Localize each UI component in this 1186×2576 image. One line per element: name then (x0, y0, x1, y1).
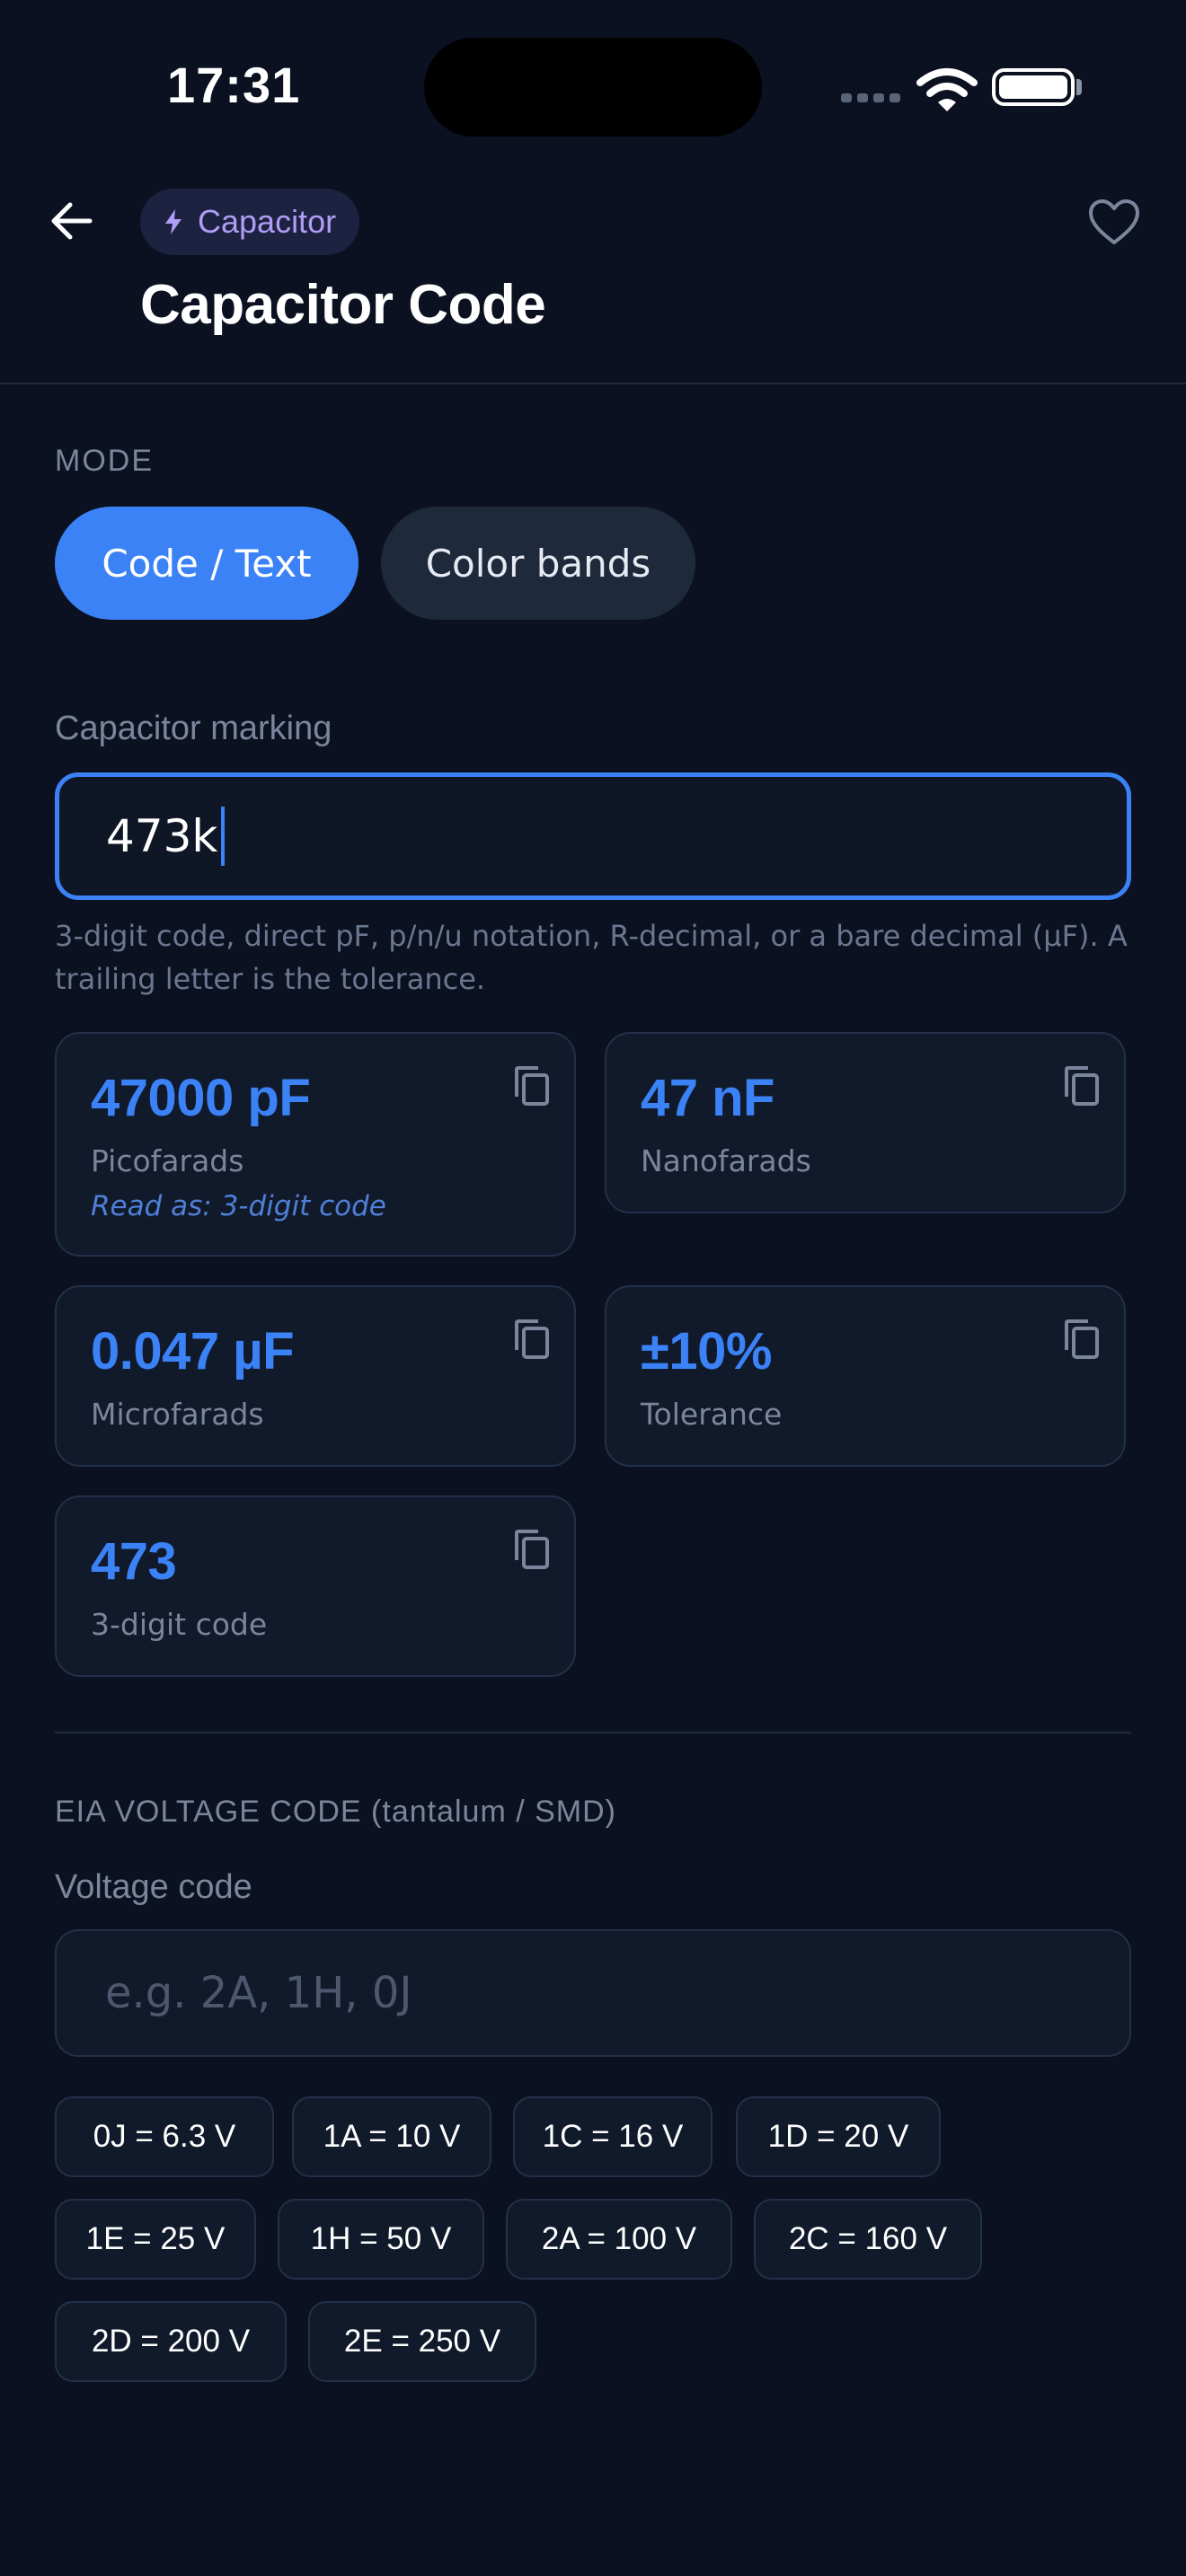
result-card-picofarads[interactable]: 47000 pF Picofarads Read as: 3-digit cod… (55, 1032, 576, 1257)
result-value: 47000 pF (91, 1069, 311, 1127)
marking-label: Capacitor marking (55, 710, 332, 747)
page-title: Capacitor Code (140, 274, 546, 336)
section-divider (55, 1732, 1131, 1734)
voltage-chip-2c[interactable]: 2C = 160 V (754, 2199, 982, 2280)
voltage-chip-1h[interactable]: 1H = 50 V (278, 2199, 484, 2280)
result-unit: Nanofarads (641, 1143, 811, 1178)
voltage-chip-0j[interactable]: 0J = 6.3 V (55, 2096, 274, 2177)
marking-helper-text: 3-digit code, direct pF, p/n/u notation,… (55, 919, 1128, 996)
result-card-microfarads[interactable]: 0.047 µF Microfarads (55, 1285, 576, 1467)
voltage-chip-1d[interactable]: 1D = 20 V (736, 2096, 941, 2177)
category-chip: Capacitor (140, 189, 360, 255)
text-caret (221, 807, 226, 866)
copy-icon[interactable] (511, 1064, 551, 1107)
copy-icon[interactable] (511, 1318, 551, 1361)
result-note: Read as: 3-digit code (91, 1190, 386, 1222)
voltage-code-label: Voltage code (55, 1868, 252, 1906)
mode-code-text-button[interactable]: Code / Text (55, 507, 358, 620)
header-divider (0, 383, 1186, 384)
marking-input[interactable]: 473k (55, 772, 1131, 900)
voltage-chip-2e[interactable]: 2E = 250 V (308, 2301, 536, 2382)
heart-outline-icon[interactable] (1087, 198, 1141, 248)
battery-icon (992, 68, 1075, 106)
copy-icon[interactable] (511, 1528, 551, 1571)
status-time: 17:31 (167, 57, 301, 113)
wifi-icon (916, 68, 978, 111)
result-value: 0.047 µF (91, 1322, 295, 1381)
dynamic-island (424, 38, 762, 137)
result-card-3-digit-code[interactable]: 473 3-digit code (55, 1495, 576, 1677)
result-value: ±10% (641, 1322, 772, 1381)
result-unit: Microfarads (91, 1397, 264, 1432)
voltage-chip-2d[interactable]: 2D = 200 V (55, 2301, 287, 2382)
voltage-chip-1a[interactable]: 1A = 10 V (292, 2096, 491, 2177)
copy-icon[interactable] (1061, 1318, 1101, 1361)
category-label: Capacitor (198, 203, 337, 240)
back-arrow-icon[interactable] (47, 196, 97, 246)
voltage-chip-1c[interactable]: 1C = 16 V (513, 2096, 712, 2177)
result-card-nanofarads[interactable]: 47 nF Nanofarads (605, 1032, 1126, 1213)
result-unit: Picofarads (91, 1143, 244, 1178)
cellular-signal-icon (841, 93, 900, 102)
result-unit: Tolerance (641, 1397, 783, 1432)
mode-label: MODE (55, 444, 154, 478)
result-unit: 3-digit code (91, 1607, 268, 1642)
mode-color-bands-button[interactable]: Color bands (381, 507, 695, 620)
voltage-section-title: EIA VOLTAGE CODE (tantalum / SMD) (55, 1795, 616, 1829)
result-value: 47 nF (641, 1069, 775, 1127)
result-card-tolerance[interactable]: ±10% Tolerance (605, 1285, 1126, 1467)
voltage-code-field[interactable] (55, 1929, 1131, 2057)
voltage-chip-1e[interactable]: 1E = 25 V (55, 2199, 256, 2280)
copy-icon[interactable] (1061, 1064, 1101, 1107)
voltage-code-input[interactable] (103, 1967, 1129, 2019)
result-value: 473 (91, 1532, 177, 1591)
voltage-chip-2a[interactable]: 2A = 100 V (506, 2199, 732, 2280)
battery-tip (1076, 79, 1082, 95)
lightning-bolt-icon (165, 209, 181, 234)
marking-input-value: 473k (106, 810, 218, 862)
